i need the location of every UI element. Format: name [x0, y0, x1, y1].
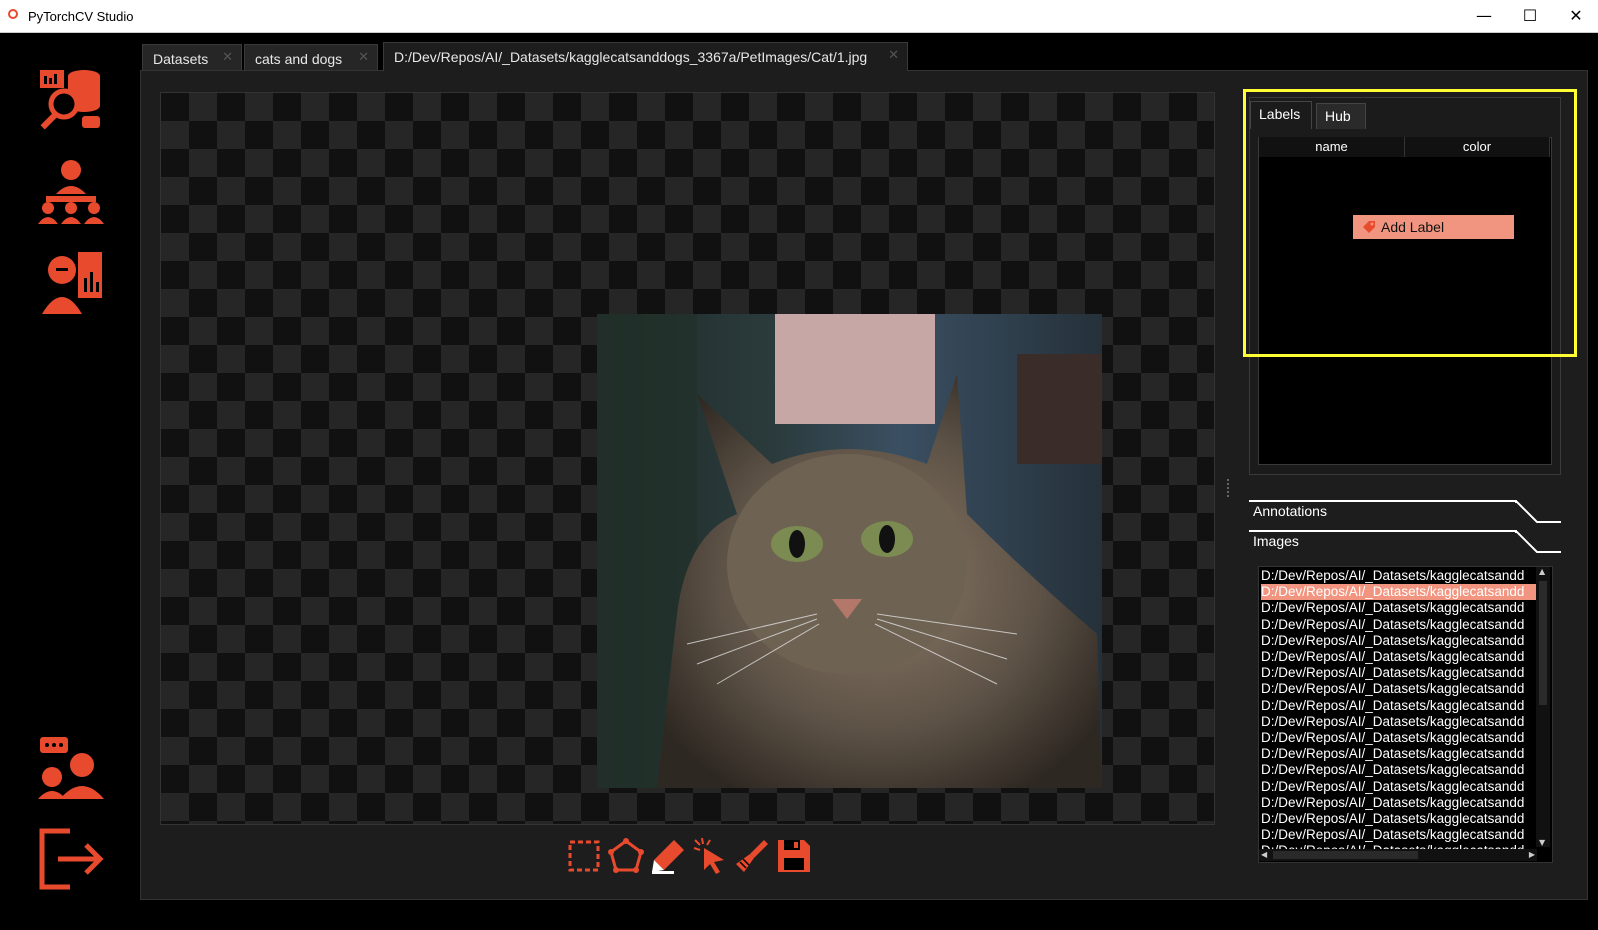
- close-button[interactable]: ✕: [1553, 4, 1598, 28]
- scroll-left-icon[interactable]: ◀: [1261, 850, 1267, 859]
- tab-label: cats and dogs: [255, 51, 343, 67]
- team-training-icon[interactable]: [36, 158, 106, 228]
- highlight-box: [1243, 89, 1577, 357]
- image-list-item[interactable]: D:/Dev/Repos/AI/_Datasets/kagglecatsandd: [1261, 568, 1537, 584]
- images-list[interactable]: D:/Dev/Repos/AI/_Datasets/kagglecatsandd…: [1258, 566, 1553, 863]
- title-bar: PyTorchCV Studio — ☐ ✕: [0, 0, 1598, 33]
- image-list-item[interactable]: D:/Dev/Repos/AI/_Datasets/kagglecatsandd: [1261, 746, 1537, 762]
- image-list-item[interactable]: D:/Dev/Repos/AI/_Datasets/kagglecatsandd: [1261, 633, 1537, 649]
- magic-click-icon[interactable]: [692, 838, 728, 874]
- vertical-scrollbar[interactable]: ▲ ▼: [1536, 567, 1550, 847]
- image-list-item[interactable]: D:/Dev/Repos/AI/_Datasets/kagglecatsandd: [1261, 762, 1537, 778]
- image-list-item[interactable]: D:/Dev/Repos/AI/_Datasets/kagglecatsandd: [1261, 811, 1537, 827]
- window-title: PyTorchCV Studio: [28, 9, 134, 24]
- save-icon[interactable]: [776, 838, 812, 874]
- close-tab-icon[interactable]: ✕: [222, 49, 233, 65]
- tab-datasets[interactable]: Datasets ✕: [142, 44, 242, 70]
- app-logo-icon: [8, 9, 18, 19]
- tab-label: Datasets: [153, 51, 209, 67]
- annotations-section-header[interactable]: Annotations: [1249, 500, 1561, 524]
- images-section-header[interactable]: Images: [1249, 530, 1561, 554]
- analytics-report-icon[interactable]: [36, 248, 106, 318]
- sidebar: [0, 33, 140, 930]
- maximize-button[interactable]: ☐: [1507, 4, 1553, 28]
- image-list-item[interactable]: D:/Dev/Repos/AI/_Datasets/kagglecatsandd: [1261, 827, 1537, 843]
- brush-clear-icon[interactable]: [734, 838, 770, 874]
- image-list-item[interactable]: D:/Dev/Repos/AI/_Datasets/kagglecatsandd: [1261, 779, 1537, 795]
- horizontal-scrollbar[interactable]: ◀ ▶: [1259, 849, 1537, 861]
- scroll-down-icon[interactable]: ▼: [1539, 838, 1545, 847]
- logout-icon[interactable]: [36, 823, 106, 893]
- tab-label: D:/Dev/Repos/AI/_Datasets/kagglecatsandd…: [394, 49, 868, 65]
- close-tab-icon[interactable]: ✕: [358, 49, 369, 65]
- tab-image-file[interactable]: D:/Dev/Repos/AI/_Datasets/kagglecatsandd…: [383, 42, 908, 71]
- section-tab-shape: [1515, 531, 1561, 553]
- image-canvas[interactable]: [160, 92, 1215, 825]
- image-list-item[interactable]: D:/Dev/Repos/AI/_Datasets/kagglecatsandd: [1261, 698, 1537, 714]
- image-list-item[interactable]: D:/Dev/Repos/AI/_Datasets/kagglecatsandd: [1261, 730, 1537, 746]
- section-divider: [1249, 530, 1517, 532]
- minimize-button[interactable]: —: [1461, 4, 1507, 28]
- splitter-handle[interactable]: [1227, 479, 1231, 497]
- annotations-title: Annotations: [1253, 503, 1327, 519]
- dataset-search-icon[interactable]: [36, 66, 106, 136]
- image-list-item[interactable]: D:/Dev/Repos/AI/_Datasets/kagglecatsandd: [1261, 795, 1537, 811]
- cat-photo: [597, 314, 1102, 788]
- image-list-item[interactable]: D:/Dev/Repos/AI/_Datasets/kagglecatsandd: [1261, 617, 1537, 633]
- section-divider: [1249, 500, 1517, 502]
- image-list-item[interactable]: D:/Dev/Repos/AI/_Datasets/kagglecatsandd: [1261, 649, 1537, 665]
- tab-cats-and-dogs[interactable]: cats and dogs ✕: [244, 44, 378, 70]
- image-list-item[interactable]: D:/Dev/Repos/AI/_Datasets/kagglecatsandd: [1261, 665, 1537, 681]
- scroll-up-icon[interactable]: ▲: [1539, 567, 1545, 576]
- image-list-item[interactable]: D:/Dev/Repos/AI/_Datasets/kagglecatsandd: [1261, 584, 1537, 601]
- images-title: Images: [1253, 533, 1299, 549]
- image-list-item[interactable]: D:/Dev/Repos/AI/_Datasets/kagglecatsandd: [1261, 714, 1537, 730]
- support-chat-icon[interactable]: [36, 733, 106, 803]
- image-list-item[interactable]: D:/Dev/Repos/AI/_Datasets/kagglecatsandd: [1261, 681, 1537, 697]
- close-tab-icon[interactable]: ✕: [888, 47, 899, 63]
- pen-icon[interactable]: [650, 838, 686, 874]
- section-tab-shape: [1515, 501, 1561, 523]
- scroll-thumb[interactable]: [1539, 581, 1547, 705]
- scroll-right-icon[interactable]: ▶: [1529, 850, 1535, 859]
- rectangle-select-icon[interactable]: [566, 838, 602, 874]
- scroll-thumb-horizontal[interactable]: [1273, 851, 1418, 859]
- image-list-item[interactable]: D:/Dev/Repos/AI/_Datasets/kagglecatsandd: [1261, 600, 1537, 616]
- polygon-icon[interactable]: [608, 838, 644, 874]
